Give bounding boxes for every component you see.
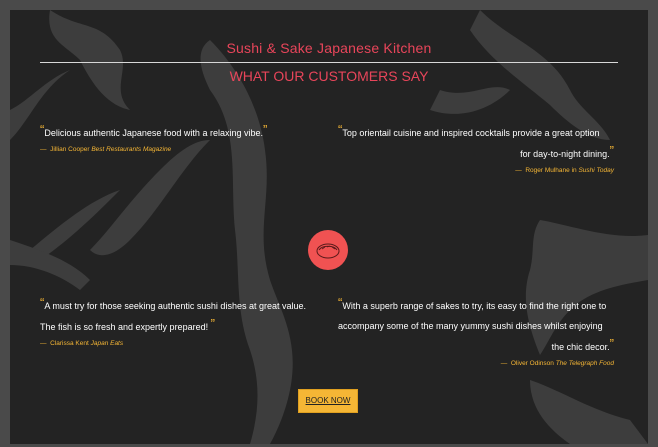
cite-dash: —: [500, 360, 508, 367]
testimonial-text: Top orientail cuisine and inspired cockt…: [342, 128, 600, 138]
testimonial-author: Oliver Odinson: [510, 360, 554, 367]
testimonial-3: “A must try for those seeking authentic …: [40, 295, 330, 349]
close-quote-icon: ”: [609, 336, 614, 351]
cite-dash: —: [515, 167, 522, 174]
testimonial-citation: — Clarissa Kent Japan Eats: [40, 339, 330, 349]
testimonial-source: Sushi Today: [578, 167, 614, 174]
testimonial-4: “With a superb range of sakes to try, it…: [338, 295, 614, 369]
open-quote-icon: “: [338, 122, 343, 137]
cite-connector: in: [571, 167, 577, 174]
testimonial-author: Clarissa Kent: [50, 340, 89, 347]
section-heading: WHAT OUR CUSTOMERS SAY: [229, 68, 429, 84]
open-quote-icon: “: [40, 295, 45, 310]
sushi-plate-icon-glyph: [316, 243, 340, 259]
testimonial-citation: — Jillian Cooper Best Restaurants Magazi…: [40, 145, 330, 155]
testimonial-citation: — Roger Mulhane in Sushi Today: [338, 166, 614, 176]
close-quote-icon: ”: [210, 316, 215, 331]
restaurant-title: Sushi & Sake Japanese Kitchen: [226, 40, 432, 56]
testimonials-section: Sushi & Sake Japanese Kitchen WHAT OUR C…: [10, 10, 648, 444]
testimonial-source: Best Restaurants Magazine: [91, 146, 172, 153]
testimonial-text: the chic decor.: [551, 342, 610, 352]
testimonial-1: “Delicious authentic Japanese food with …: [40, 122, 330, 155]
koi-bottom-right: [530, 380, 648, 444]
testimonial-text: for day-to-night dining.: [520, 149, 610, 159]
sushi-plate-icon: [308, 230, 348, 270]
koi-center-long: [30, 40, 293, 444]
testimonial-text: accompany some of the many yummy sushi d…: [338, 321, 603, 331]
testimonial-text: The fish is so fresh and expertly prepar…: [40, 322, 209, 332]
testimonial-text: Delicious authentic Japanese food with a…: [44, 128, 263, 138]
testimonial-2: “Top orientail cuisine and inspired cock…: [338, 122, 614, 176]
cite-dash: —: [40, 340, 47, 347]
testimonial-author: Jillian Cooper: [50, 146, 90, 153]
testimonial-source: The Telegraph Food: [555, 360, 614, 367]
book-now-button[interactable]: BOOK NOW: [298, 389, 358, 413]
testimonial-source: Japan Eats: [90, 340, 124, 347]
cite-dash: —: [40, 146, 47, 153]
testimonial-text: With a superb range of sakes to try, its…: [342, 301, 607, 311]
title-divider: [40, 62, 618, 63]
testimonial-citation: — Oliver Odinson The Telegraph Food: [338, 359, 614, 369]
close-quote-icon: ”: [262, 122, 268, 137]
open-quote-icon: “: [40, 122, 45, 137]
close-quote-icon: ”: [609, 143, 614, 158]
testimonial-author: Roger Mulhane: [525, 167, 570, 174]
open-quote-icon: “: [338, 295, 343, 310]
testimonial-text: A must try for those seeking authentic s…: [44, 301, 306, 311]
